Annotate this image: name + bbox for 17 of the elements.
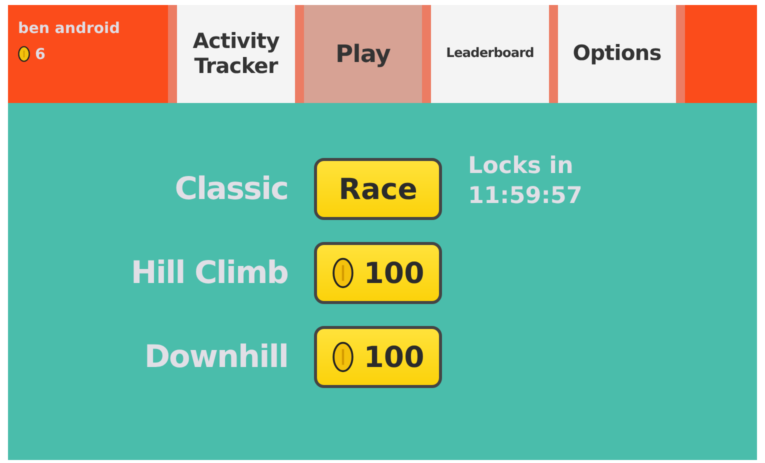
mode-name: Downhill bbox=[143, 339, 288, 375]
mode-name: Hill Climb bbox=[130, 255, 288, 291]
coin-icon bbox=[18, 46, 30, 62]
coin-count: 6 bbox=[35, 45, 46, 63]
nav-tab[interactable]: Play bbox=[304, 5, 422, 103]
user-name: ben android bbox=[18, 19, 121, 37]
coin-icon bbox=[332, 257, 354, 289]
coin-icon bbox=[332, 341, 354, 373]
lock-label: Locks in bbox=[468, 152, 574, 181]
mode-button[interactable]: Race bbox=[314, 158, 442, 220]
nav-tab[interactable]: Activity Tracker bbox=[177, 5, 295, 103]
nav-tab[interactable]: Options bbox=[558, 5, 676, 103]
mode-button[interactable]: 100 bbox=[314, 242, 442, 304]
nav-tab[interactable]: Leaderboard bbox=[431, 5, 549, 103]
mode-button[interactable]: 100 bbox=[314, 326, 442, 388]
mode-name: Classic bbox=[174, 171, 288, 207]
lock-timer: 11:59:57 bbox=[468, 182, 584, 211]
